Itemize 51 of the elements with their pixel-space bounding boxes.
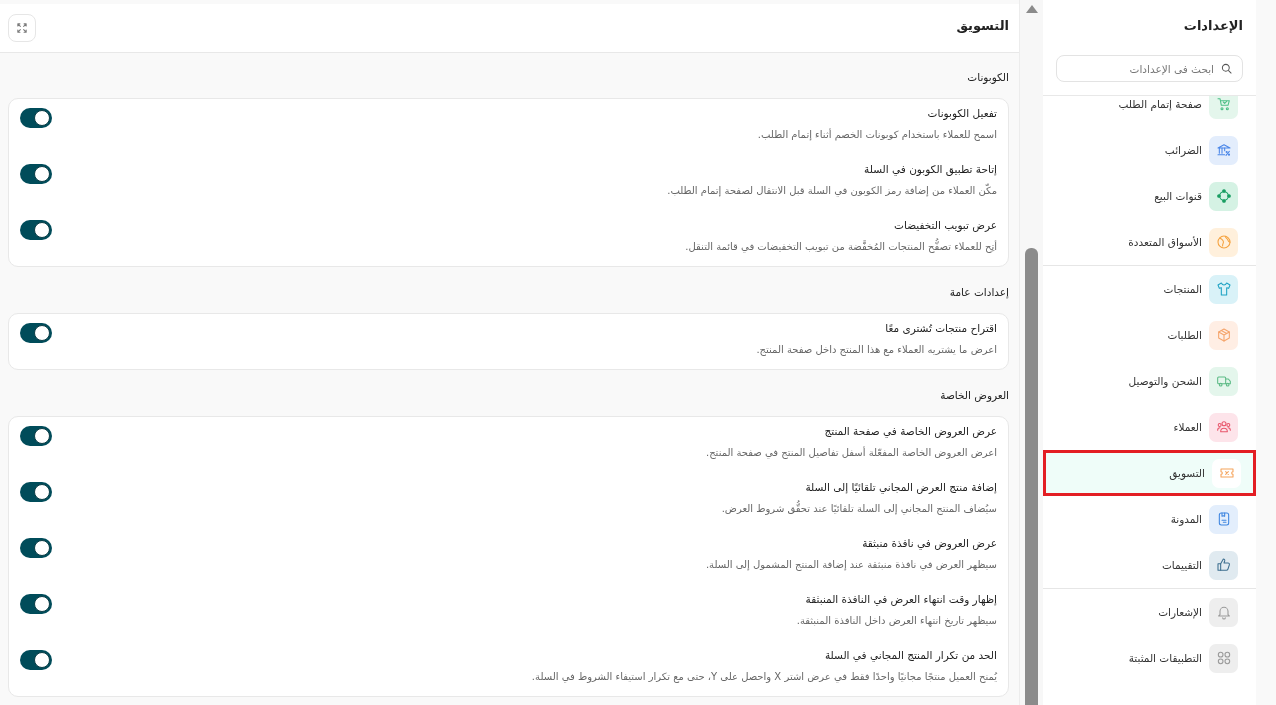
sidebar-item[interactable]: التسويق [1043, 450, 1256, 496]
sidebar-item[interactable]: قنوات البيع [1043, 173, 1256, 219]
setting-description: اسمح للعملاء باستخدام كوبونات الخصم أثناء إتمام الطلب. [757, 127, 997, 143]
toggle-switch[interactable] [20, 323, 52, 343]
search-icon [1221, 63, 1232, 74]
setting-title: عرض تبويب التخفيضات [894, 218, 997, 234]
setting-description: سيُضاف المنتج المجاني إلى السلة تلقائيًا عند تحقُّق شروط العرض. [721, 500, 997, 518]
setting-description: سيظهر العرض في نافذة منبثقة عند إضافة المنتج المشمول إلى السلة. [705, 558, 997, 573]
search-field[interactable]: ابحث في الإعدادات [1056, 55, 1243, 82]
sidebar-item[interactable]: الطلبات [1043, 312, 1256, 358]
setting-description: مكّن العملاء من إضافة رمز الكوبون في السلة قبل الانتقال لصفحة إتمام الطلب. [667, 182, 997, 199]
toggle-switch[interactable] [20, 108, 52, 128]
setting-description: يُمنح العميل منتجًا مجانيًا واحدًا فقط في عرض اشتر X واحصل على Y، حتى مع تكرار استيفاء الشروط في السلة. [531, 670, 997, 685]
sidebar-item[interactable]: الشحن والتوصيل [1043, 358, 1256, 404]
sidebar-item[interactable]: صفحة إتمام الطلب [1043, 96, 1256, 127]
setting-title: اقتراح منتجات تُشترى معًا [885, 321, 997, 337]
section-heading: العروض الخاصة [939, 388, 1009, 404]
toggle-switch[interactable] [20, 482, 52, 502]
page-title: التسويق [956, 18, 1009, 33]
toggle-switch[interactable] [20, 650, 52, 670]
setting-description: سيظهر تاريخ انتهاء العرض داخل النافذة المنبثقة. [796, 614, 997, 629]
toggle-switch[interactable] [20, 594, 52, 614]
sidebar-item[interactable]: المدونة [1043, 496, 1256, 542]
sidebar-item[interactable]: الضرائب [1043, 127, 1256, 173]
toggle-switch[interactable] [20, 164, 52, 184]
sidebar-item[interactable]: الإشعارات [1043, 589, 1256, 635]
toggle-switch[interactable] [20, 426, 52, 446]
sidebar-item[interactable]: التقييمات [1043, 542, 1256, 588]
setting-description: اعرض العروض الخاصة المفعّلة أسفل تفاصيل المنتج في صفحة المنتج. [706, 445, 997, 461]
sidebar-title: الإعدادات [1182, 17, 1243, 35]
expand-button[interactable] [8, 13, 36, 42]
setting-title: عرض العروض في نافذة منبثقة [862, 536, 997, 552]
toggle-switch[interactable] [20, 220, 52, 240]
expand-icon [17, 22, 27, 33]
setting-title: تفعيل الكوبونات [927, 106, 997, 122]
scroll-up-arrow-icon[interactable] [1025, 5, 1038, 13]
sidebar-item[interactable]: العملاء [1043, 404, 1256, 450]
setting-description: اعرض ما يشتريه العملاء مع هذا المنتج داخل صفحة المنتج. [756, 343, 997, 358]
setting-title: إتاحة تطبيق الكوبون في السلة [864, 162, 997, 178]
section-heading: الكوبونات [966, 70, 1009, 86]
scrollbar-thumb[interactable] [1025, 248, 1038, 705]
setting-title: إضافة منتج العرض المجاني تلقائيًا إلى السلة [805, 480, 997, 496]
toggle-switch[interactable] [20, 538, 52, 558]
sidebar-item[interactable]: الأسواق المتعددة [1043, 219, 1256, 265]
setting-title: الحد من تكرار المنتج المجاني في السلة [824, 648, 997, 664]
setting-description: أتِح للعملاء تصفُّح المنتجات المُخفَّضة من تبويب التخفيضات في قائمة التنقل. [685, 238, 997, 256]
setting-title: عرض العروض الخاصة في صفحة المنتج [824, 424, 997, 440]
setting-title: إظهار وقت انتهاء العرض في النافذة المنبثقة [805, 592, 997, 608]
sidebar-item[interactable]: المنتجات [1043, 266, 1256, 312]
sidebar-item[interactable]: التطبيقات المثبتة [1043, 635, 1256, 681]
section-heading: إعدادات عامة [948, 285, 1009, 301]
